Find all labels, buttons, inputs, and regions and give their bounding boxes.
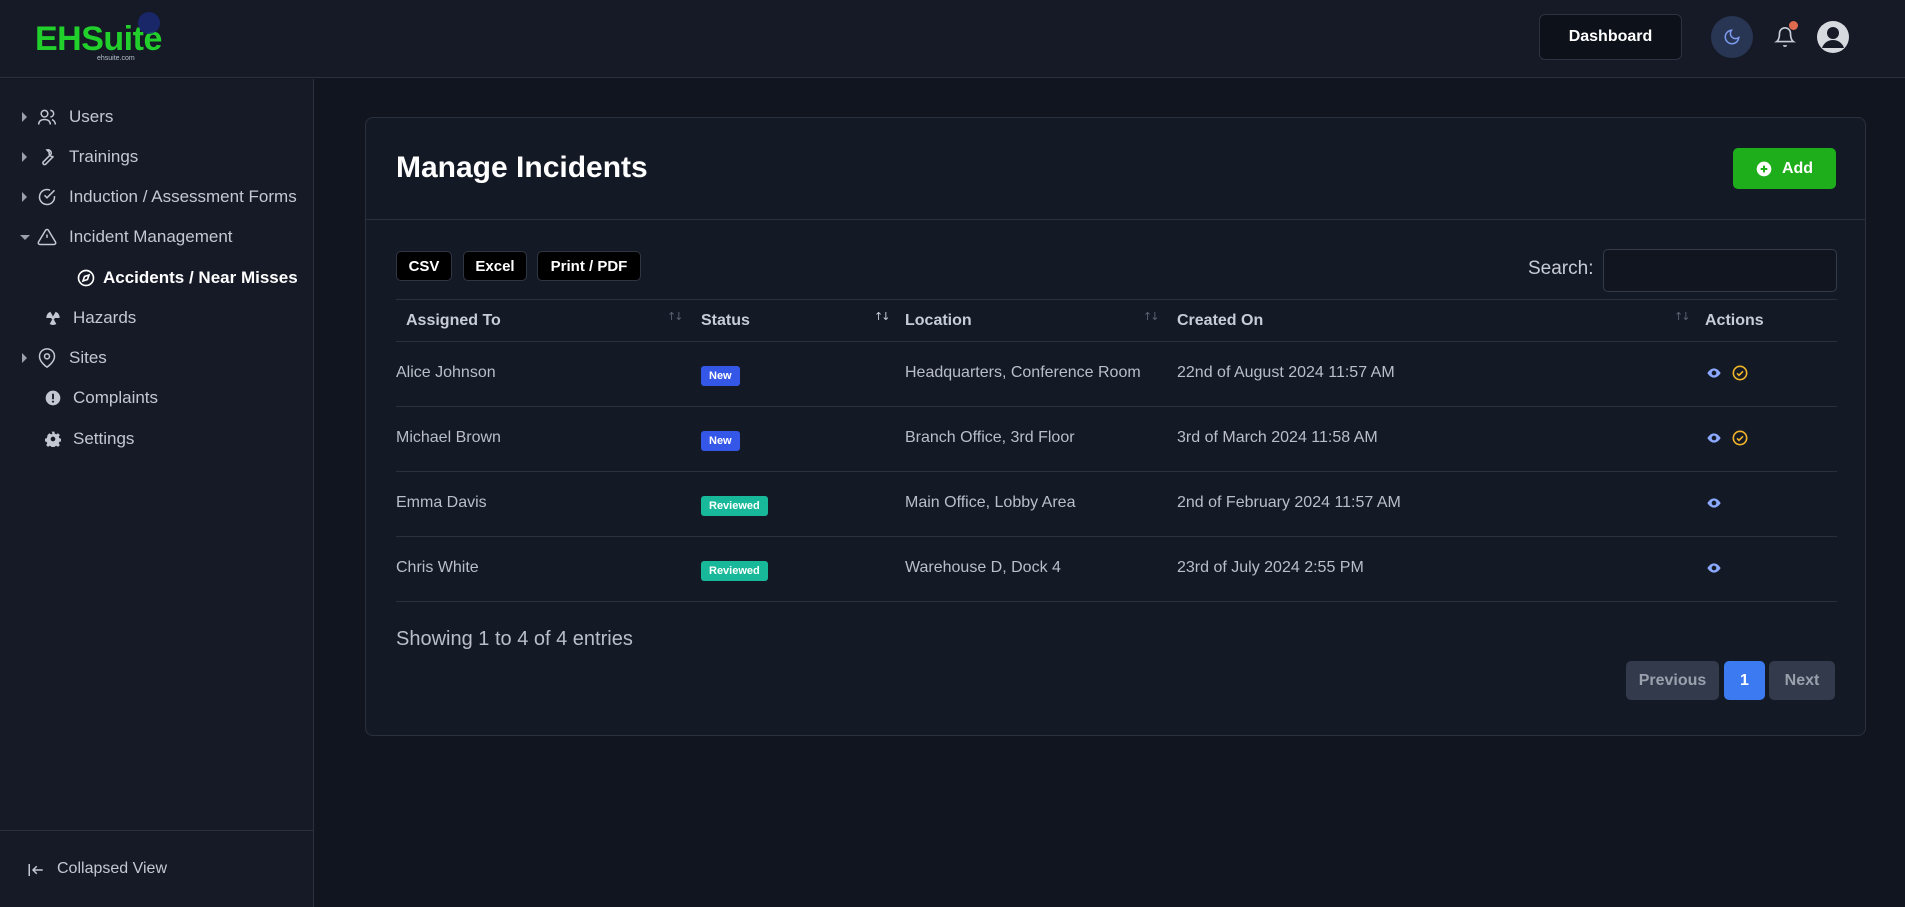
sidebar-item-trainings[interactable]: Trainings bbox=[0, 140, 313, 174]
compass-icon bbox=[75, 267, 97, 289]
user-avatar-icon bbox=[1817, 21, 1849, 53]
sidebar-item-label: Accidents / Near Misses bbox=[103, 268, 298, 287]
sidebar-item-settings[interactable]: Settings bbox=[0, 422, 313, 456]
radiation-icon bbox=[44, 307, 62, 329]
column-header-location[interactable]: Location bbox=[905, 312, 972, 330]
status-badge: New bbox=[701, 431, 740, 451]
page-title: Manage Incidents bbox=[396, 151, 648, 184]
next-page-button[interactable]: Next bbox=[1769, 661, 1835, 700]
gear-icon bbox=[44, 428, 62, 450]
sidebar-item-label: Settings bbox=[73, 429, 135, 448]
sidebar: Users Trainings Induction / Assessment F… bbox=[0, 79, 314, 907]
cell-created-on: 22nd of August 2024 11:57 AM bbox=[1177, 364, 1395, 381]
entries-info: Showing 1 to 4 of 4 entries bbox=[396, 628, 633, 650]
status-badge: Reviewed bbox=[701, 496, 768, 516]
logo-subtext: ehsuite.com bbox=[97, 55, 135, 62]
sidebar-item-label: Induction / Assessment Forms bbox=[69, 187, 297, 206]
notifications-button[interactable] bbox=[1770, 21, 1800, 52]
cell-assigned-to: Chris White bbox=[396, 559, 479, 576]
page-1-button[interactable]: 1 bbox=[1724, 661, 1765, 700]
sidebar-item-users[interactable]: Users bbox=[0, 100, 313, 134]
map-pin-icon bbox=[36, 347, 58, 369]
chevron-right-icon bbox=[22, 353, 27, 363]
column-header-assigned-to[interactable]: Assigned To bbox=[406, 312, 501, 330]
view-icon[interactable] bbox=[1705, 560, 1723, 580]
table-row: Alice Johnson New Headquarters, Conferen… bbox=[396, 342, 1837, 407]
logo-badge bbox=[138, 12, 160, 34]
sidebar-item-label: Complaints bbox=[73, 388, 159, 407]
chevron-right-icon bbox=[22, 152, 27, 162]
table-row: Michael Brown New Branch Office, 3rd Flo… bbox=[396, 407, 1837, 472]
top-bar: EHSuite ehsuite.com Dashboard bbox=[0, 0, 1905, 78]
cell-created-on: 23rd of July 2024 2:55 PM bbox=[1177, 559, 1364, 576]
table-header: Assigned To ↑↓ Status ↑↓ Location ↑↓ Cre… bbox=[396, 299, 1837, 342]
table-row: Emma Davis Reviewed Main Office, Lobby A… bbox=[396, 472, 1837, 537]
plus-circle-icon bbox=[1756, 161, 1772, 176]
search-input[interactable] bbox=[1603, 249, 1837, 292]
cell-assigned-to: Alice Johnson bbox=[396, 364, 496, 381]
sort-icon[interactable]: ↑↓ bbox=[1143, 310, 1160, 323]
cell-location: Headquarters, Conference Room bbox=[905, 364, 1141, 381]
warning-icon bbox=[36, 226, 58, 248]
sidebar-item-induction-forms[interactable]: Induction / Assessment Forms bbox=[0, 180, 313, 214]
add-button[interactable]: Add bbox=[1733, 148, 1836, 189]
sidebar-item-accidents-near-misses[interactable]: Accidents / Near Misses bbox=[0, 261, 313, 295]
sidebar-item-label: Users bbox=[69, 107, 114, 126]
column-header-created-on[interactable]: Created On bbox=[1177, 312, 1263, 330]
previous-page-button[interactable]: Previous bbox=[1626, 661, 1719, 700]
check-circle-icon bbox=[36, 186, 58, 208]
cell-created-on: 3rd of March 2024 11:58 AM bbox=[1177, 429, 1378, 446]
collapse-left-icon bbox=[28, 864, 43, 876]
cell-assigned-to: Michael Brown bbox=[396, 429, 501, 446]
sidebar-item-incident-management[interactable]: Incident Management bbox=[0, 220, 313, 254]
approve-icon[interactable] bbox=[1732, 430, 1748, 450]
view-icon[interactable] bbox=[1705, 365, 1723, 385]
incidents-card: Manage Incidents Add CSV Excel Print / P… bbox=[365, 117, 1866, 736]
chevron-down-icon bbox=[20, 234, 30, 240]
sidebar-item-label: Trainings bbox=[69, 147, 139, 166]
collapse-sidebar-button[interactable]: Collapsed View bbox=[0, 830, 313, 907]
dashboard-button[interactable]: Dashboard bbox=[1539, 14, 1682, 60]
cell-location: Branch Office, 3rd Floor bbox=[905, 429, 1075, 446]
status-badge: Reviewed bbox=[701, 561, 768, 581]
cell-location: Main Office, Lobby Area bbox=[905, 494, 1076, 511]
view-icon[interactable] bbox=[1705, 430, 1723, 450]
users-icon bbox=[36, 106, 58, 128]
sidebar-item-label: Sites bbox=[69, 348, 107, 367]
notification-dot bbox=[1789, 21, 1798, 30]
search-label: Search: bbox=[1528, 258, 1594, 279]
avatar[interactable] bbox=[1816, 20, 1850, 54]
view-icon[interactable] bbox=[1705, 495, 1723, 515]
theme-toggle-button[interactable] bbox=[1711, 16, 1753, 58]
sidebar-item-hazards[interactable]: Hazards bbox=[0, 301, 313, 335]
logo[interactable]: EHSuite ehsuite.com bbox=[35, 12, 162, 62]
table-row: Chris White Reviewed Warehouse D, Dock 4… bbox=[396, 537, 1837, 602]
cell-location: Warehouse D, Dock 4 bbox=[905, 559, 1061, 576]
column-header-status[interactable]: Status bbox=[701, 312, 750, 330]
export-csv-button[interactable]: CSV bbox=[396, 251, 452, 281]
sidebar-item-sites[interactable]: Sites bbox=[0, 341, 313, 375]
exclamation-circle-icon bbox=[44, 387, 62, 409]
incidents-table: Assigned To ↑↓ Status ↑↓ Location ↑↓ Cre… bbox=[396, 299, 1837, 602]
collapse-label: Collapsed View bbox=[57, 860, 167, 877]
moon-icon bbox=[1724, 29, 1740, 45]
sort-asc-icon[interactable]: ↑↓ bbox=[874, 310, 891, 323]
sort-icon[interactable]: ↑↓ bbox=[1674, 310, 1691, 323]
export-excel-button[interactable]: Excel bbox=[463, 251, 527, 281]
column-header-actions: Actions bbox=[1705, 312, 1764, 329]
sort-icon[interactable]: ↑↓ bbox=[667, 310, 684, 323]
export-pdf-button[interactable]: Print / PDF bbox=[537, 251, 641, 281]
chevron-right-icon bbox=[22, 192, 27, 202]
cell-created-on: 2nd of February 2024 11:57 AM bbox=[1177, 494, 1401, 511]
approve-icon[interactable] bbox=[1732, 365, 1748, 385]
cell-assigned-to: Emma Davis bbox=[396, 494, 487, 511]
card-header: Manage Incidents Add bbox=[366, 118, 1865, 220]
sidebar-item-label: Hazards bbox=[73, 308, 137, 327]
sidebar-item-label: Incident Management bbox=[69, 227, 233, 246]
add-button-label: Add bbox=[1781, 159, 1814, 177]
chevron-right-icon bbox=[22, 112, 27, 122]
wrench-icon bbox=[36, 146, 58, 168]
status-badge: New bbox=[701, 366, 740, 386]
sidebar-item-complaints[interactable]: Complaints bbox=[0, 381, 313, 415]
